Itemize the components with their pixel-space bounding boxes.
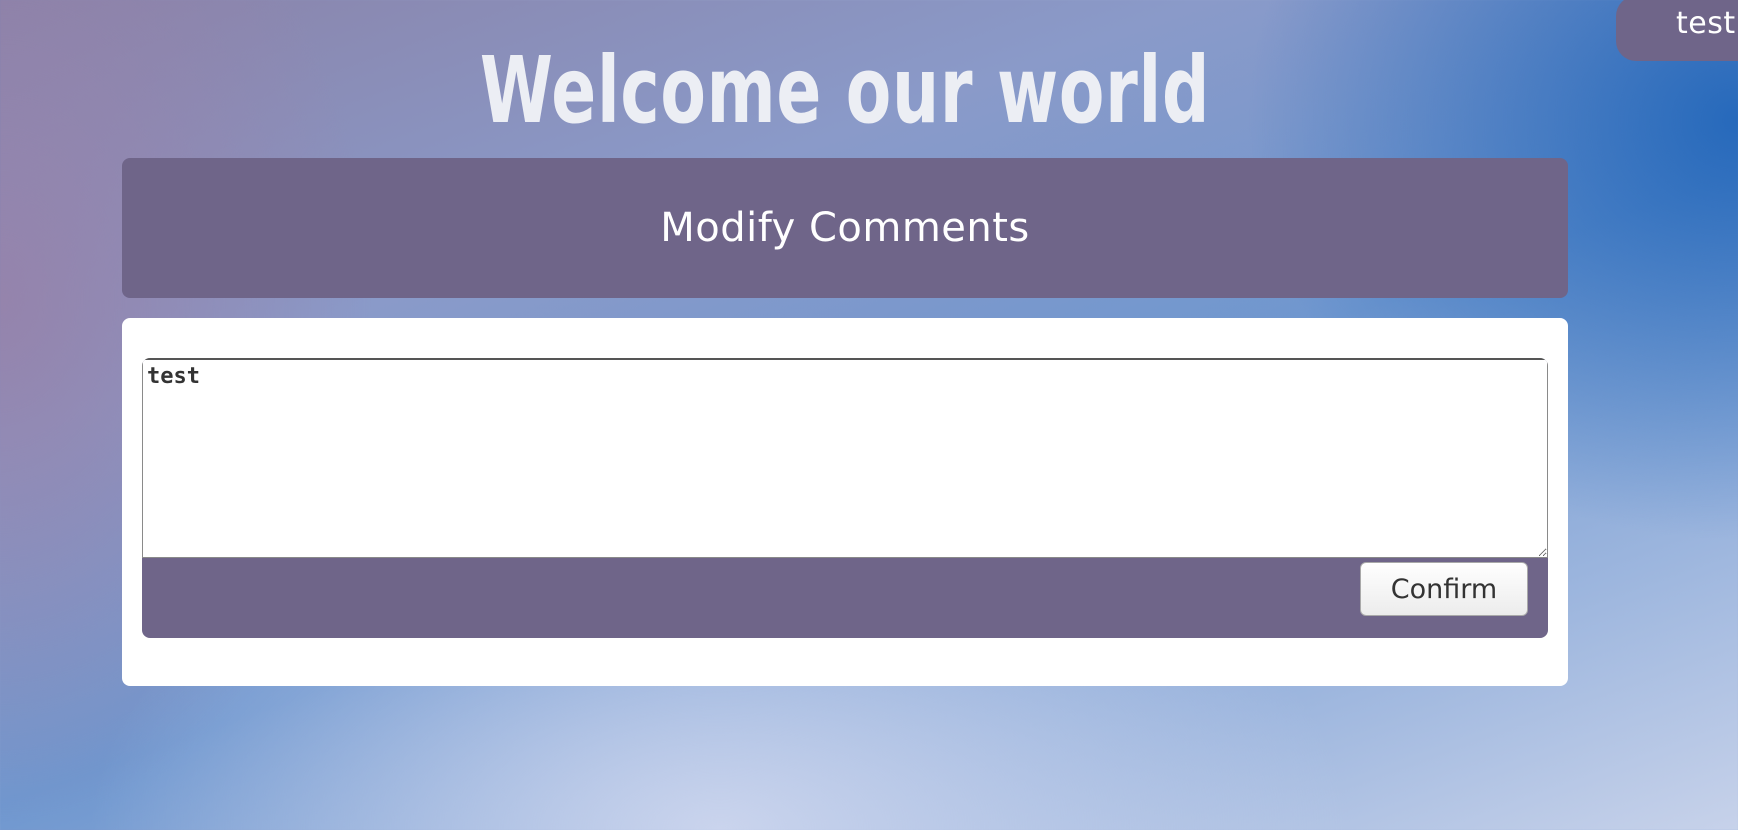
section-header: Modify Comments <box>122 158 1568 298</box>
confirm-button[interactable]: Confirm <box>1360 562 1528 616</box>
section-title: Modify Comments <box>660 205 1030 251</box>
user-name: test <box>1676 6 1736 41</box>
comment-form: test <box>142 358 1548 638</box>
user-menu-button[interactable]: test <box>1616 0 1738 61</box>
comment-card: test Confirm <box>122 318 1568 686</box>
page-title: Welcome our world <box>479 37 1211 144</box>
comment-textarea[interactable]: test <box>142 358 1548 558</box>
